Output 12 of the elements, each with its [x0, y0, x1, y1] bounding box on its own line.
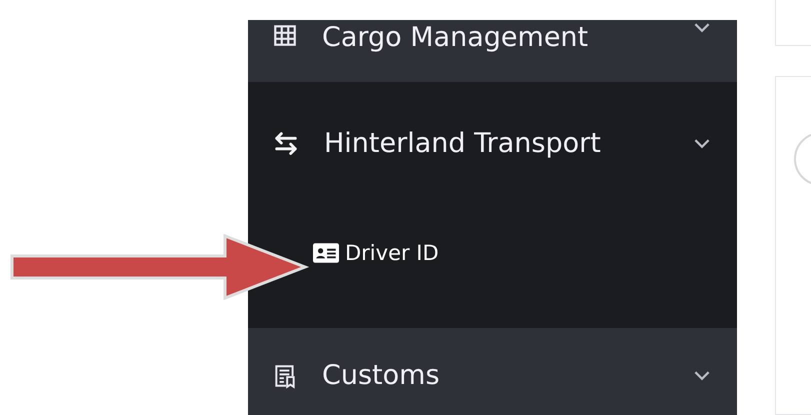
menu-item[interactable]: Cargo Management [248, 20, 737, 82]
menu-item[interactable]: Hinterland Transport [248, 82, 737, 198]
chevron-down-icon [693, 138, 711, 148]
menu-item-label: Cargo Management [322, 22, 590, 53]
submenu-item[interactable]: Driver ID [248, 198, 737, 318]
chevron-down-icon [693, 22, 711, 33]
menu-item[interactable]: Customs [248, 328, 737, 415]
id-card-icon [313, 243, 339, 263]
menu-item-label: Customs [322, 360, 441, 391]
menu-item-label: Hinterland Transport [324, 128, 602, 158]
swap-arrows-icon [272, 129, 300, 157]
chevron-down-icon [693, 370, 711, 381]
